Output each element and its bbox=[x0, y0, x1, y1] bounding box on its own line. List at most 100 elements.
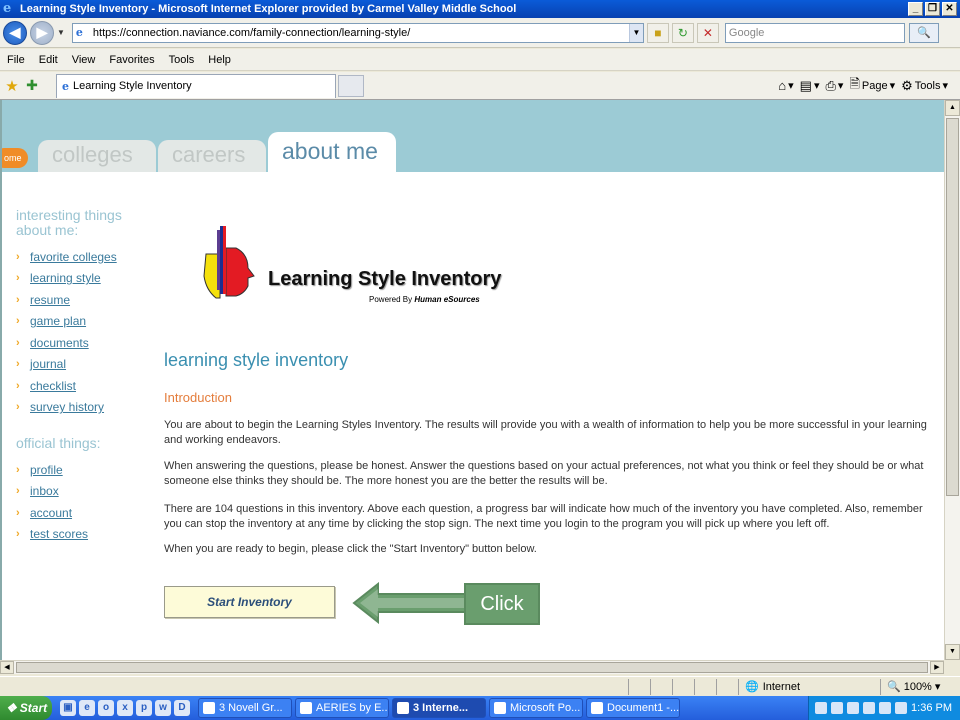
sidebar-item-checklist[interactable]: › checklist bbox=[16, 375, 146, 397]
sidebar-item-profile[interactable]: › profile bbox=[16, 459, 146, 481]
chevron-right-icon: › bbox=[16, 358, 20, 371]
sidebar-item-label[interactable]: journal bbox=[30, 357, 66, 371]
status-pane bbox=[628, 678, 650, 695]
maximize-button[interactable]: ❐ bbox=[925, 2, 940, 16]
scroll-down-icon[interactable]: ▼ bbox=[945, 644, 960, 660]
sidebar-item-label[interactable]: profile bbox=[30, 463, 63, 477]
logo-powered-by: Powered By Human eSources bbox=[369, 295, 480, 304]
tray-display-icon[interactable] bbox=[895, 702, 908, 714]
sidebar-item-label[interactable]: documents bbox=[30, 336, 89, 350]
scroll-up-icon[interactable]: ▲ bbox=[945, 100, 960, 116]
taskbar-button-internet-explorer[interactable]: 3 Interne... bbox=[392, 698, 486, 718]
chevron-down-icon: ▾ bbox=[934, 681, 941, 693]
home-button[interactable]: ⌂ ▾ bbox=[778, 78, 793, 93]
menu-file[interactable]: File bbox=[0, 54, 32, 66]
page-menu-button[interactable]: 🗎 Page ▾ bbox=[849, 75, 895, 97]
sidebar-item-test-scores[interactable]: › test scores bbox=[16, 524, 146, 546]
search-icon[interactable]: 🔍 bbox=[908, 22, 939, 43]
taskbar-button-novell[interactable]: 3 Novell Gr... bbox=[198, 698, 292, 718]
scroll-left-icon[interactable]: ◀ bbox=[0, 661, 14, 674]
quick-launch-outlook-icon[interactable]: o bbox=[98, 700, 114, 716]
tools-menu-button[interactable]: ⚙ Tools ▾ bbox=[901, 78, 948, 94]
menu-help[interactable]: Help bbox=[201, 54, 238, 66]
quick-launch-powerpoint-icon[interactable]: p bbox=[136, 700, 152, 716]
chevron-right-icon: › bbox=[16, 250, 20, 263]
sidebar-item-resume[interactable]: › resume bbox=[16, 289, 146, 311]
menu-edit[interactable]: Edit bbox=[32, 54, 65, 66]
menu-favorites[interactable]: Favorites bbox=[102, 54, 161, 66]
zoom-control[interactable]: 🔍 100% ▾ bbox=[880, 678, 960, 695]
sidebar-item-inbox[interactable]: › inbox bbox=[16, 481, 146, 503]
new-tab-button[interactable] bbox=[338, 74, 364, 97]
tray-antivirus-icon[interactable] bbox=[863, 702, 876, 714]
sidebar-item-label[interactable]: survey history bbox=[30, 400, 104, 414]
forward-button[interactable]: ▶ bbox=[30, 20, 54, 45]
sidebar-item-label[interactable]: game plan bbox=[30, 314, 86, 328]
home-tab[interactable]: ome bbox=[2, 148, 28, 168]
tray-volume-icon[interactable] bbox=[847, 702, 860, 714]
security-zone[interactable]: 🌐 Internet bbox=[738, 678, 880, 695]
refresh-icon[interactable]: ↻ bbox=[671, 22, 694, 43]
menu-view[interactable]: View bbox=[65, 54, 103, 66]
tray-clock[interactable]: 1:36 PM bbox=[911, 702, 952, 714]
history-dropdown-icon[interactable]: ▼ bbox=[57, 28, 65, 37]
scroll-right-icon[interactable]: ▶ bbox=[930, 661, 944, 674]
horizontal-scroll-thumb[interactable] bbox=[16, 662, 928, 673]
quick-launch-dell-icon[interactable]: D bbox=[174, 700, 190, 716]
taskbar-button-word[interactable]: Document1 -... bbox=[586, 698, 680, 718]
feeds-button[interactable]: ▤ ▾ bbox=[800, 78, 820, 94]
add-favorites-icon[interactable]: ✚ bbox=[22, 77, 42, 94]
sidebar-item-label[interactable]: inbox bbox=[30, 484, 59, 498]
sidebar-item-label[interactable]: account bbox=[30, 506, 72, 520]
tab-colleges[interactable]: colleges bbox=[38, 140, 156, 172]
tray-network-icon[interactable] bbox=[815, 702, 828, 714]
lock-icon[interactable]: ■ bbox=[646, 22, 669, 43]
taskbar-button-aeries[interactable]: AERIES by E... bbox=[295, 698, 389, 718]
sidebar-item-label[interactable]: checklist bbox=[30, 379, 76, 393]
vertical-scroll-thumb[interactable] bbox=[946, 118, 959, 496]
address-dropdown-icon[interactable]: ▼ bbox=[628, 23, 643, 42]
back-button[interactable]: ◀ bbox=[3, 20, 27, 45]
quick-launch-excel-icon[interactable]: x bbox=[117, 700, 133, 716]
favorites-star-icon[interactable]: ★ bbox=[2, 77, 22, 95]
intro-paragraph-1: You are about to begin the Learning Styl… bbox=[164, 419, 927, 446]
print-button[interactable]: ⎙ ▾ bbox=[826, 78, 844, 94]
address-toolbar: ◀ ▶ ▼ e https://connection.naviance.com/… bbox=[0, 18, 960, 48]
close-button[interactable]: ✕ bbox=[942, 2, 957, 16]
minimize-button[interactable]: _ bbox=[908, 2, 923, 16]
sidebar-item-label[interactable]: learning style bbox=[30, 271, 101, 285]
tray-security-icon[interactable] bbox=[831, 702, 844, 714]
windows-flag-icon: ❖ bbox=[6, 701, 17, 715]
quick-launch-ie-icon[interactable]: e bbox=[79, 700, 95, 716]
vertical-scrollbar[interactable]: ▲ ▼ bbox=[944, 100, 960, 660]
start-button[interactable]: ❖ Start bbox=[0, 696, 52, 720]
tray-update-icon[interactable] bbox=[879, 702, 892, 714]
quick-launch-word-icon[interactable]: w bbox=[155, 700, 171, 716]
window-title-bar[interactable]: e Learning Style Inventory - Microsoft I… bbox=[0, 0, 960, 18]
horizontal-scrollbar[interactable]: ◀ ▶ bbox=[0, 660, 944, 674]
address-bar[interactable]: e https://connection.naviance.com/family… bbox=[71, 22, 644, 43]
sidebar-item-label[interactable]: test scores bbox=[30, 527, 88, 541]
sidebar-item-survey-history[interactable]: › survey history bbox=[16, 397, 146, 419]
tab-learning-style-inventory[interactable]: e Learning Style Inventory bbox=[56, 73, 336, 98]
sidebar-item-journal[interactable]: › journal bbox=[16, 354, 146, 376]
sidebar-item-documents[interactable]: › documents bbox=[16, 332, 146, 354]
start-inventory-button[interactable]: Start Inventory bbox=[164, 586, 335, 618]
sidebar-item-label[interactable]: resume bbox=[30, 293, 70, 307]
sidebar-item-label[interactable]: favorite colleges bbox=[30, 250, 117, 264]
sidebar-item-favorite-colleges[interactable]: › favorite colleges bbox=[16, 246, 146, 268]
sidebar-item-account[interactable]: › account bbox=[16, 502, 146, 524]
quick-launch-desktop-icon[interactable]: ▣ bbox=[60, 700, 76, 716]
tab-careers[interactable]: careers bbox=[158, 140, 266, 172]
taskbar-button-powerpoint[interactable]: Microsoft Po... bbox=[489, 698, 583, 718]
sidebar-item-game-plan[interactable]: › game plan bbox=[16, 311, 146, 333]
menu-tools[interactable]: Tools bbox=[162, 54, 202, 66]
page-favicon-icon: e bbox=[75, 25, 83, 39]
stop-icon[interactable]: ✕ bbox=[696, 22, 719, 43]
gear-icon: ⚙ bbox=[901, 77, 913, 93]
sidebar-item-learning-style[interactable]: › learning style bbox=[16, 268, 146, 290]
search-input[interactable]: Google bbox=[724, 22, 905, 43]
address-url[interactable]: https://connection.naviance.com/family-c… bbox=[93, 27, 629, 39]
tab-about-me[interactable]: about me bbox=[268, 132, 396, 172]
click-callout-label: Click bbox=[464, 583, 540, 625]
